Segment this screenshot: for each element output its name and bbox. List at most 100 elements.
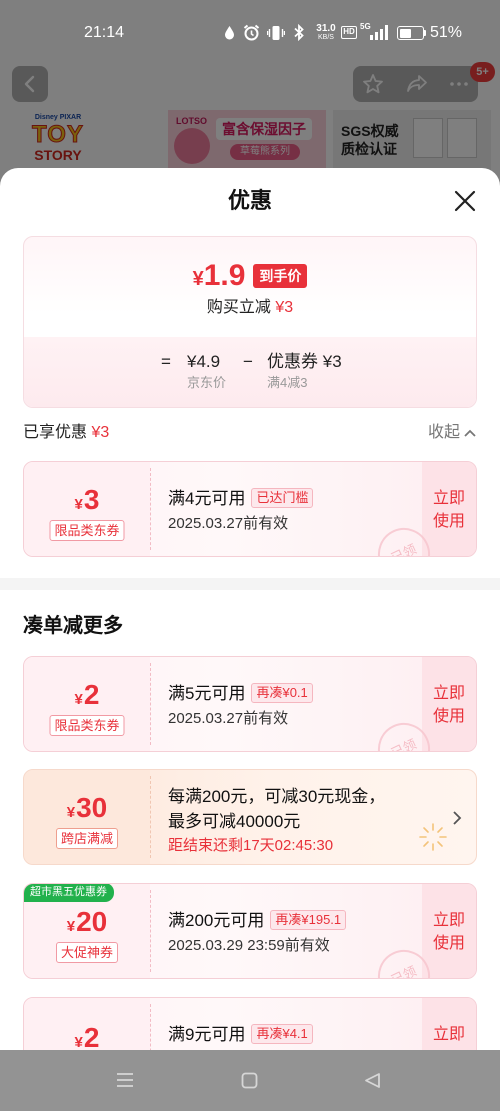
promo-countdown: 距结束还剩17天02:45:30 — [168, 837, 334, 854]
promo-rule-line2: 最多可减40000元 — [168, 812, 301, 831]
coupon-amount: ¥3 — [24, 483, 150, 522]
clock: 21:14 — [84, 24, 125, 41]
close-icon[interactable] — [453, 189, 477, 213]
collapse-label: 收起 — [428, 424, 461, 441]
coupon-amount: ¥30 — [24, 791, 150, 830]
action-line2: 使用 — [432, 935, 465, 952]
coupon-type-tag: 限品类东券 — [49, 520, 125, 541]
chevron-right-icon[interactable] — [452, 810, 462, 826]
use-coupon-button[interactable]: 立即 使用 — [422, 462, 476, 556]
currency-symbol: ¥ — [74, 691, 83, 708]
cross-store-promo-card[interactable]: ¥30 跨店满减 每满200元，可减30元现金， 最多可减40000元 距结束还… — [23, 769, 477, 865]
vibrate-icon — [267, 26, 285, 40]
coupon-condition: 满5元可用 再凑¥0.1 — [168, 683, 313, 705]
coupon-validity: 2025.03.27前有效 — [168, 515, 289, 532]
use-coupon-button[interactable]: 立即 使用 — [422, 657, 476, 751]
instant-reduction: 购买立减 ¥3 — [24, 297, 476, 319]
collapse-toggle[interactable]: 收起 — [428, 422, 476, 444]
discount-sheet: 优惠 ¥ 1.9 到手价 购买立减 ¥3 = ¥4.9 京东价 − 优惠券 ¥3… — [0, 168, 500, 1050]
alarm-icon — [243, 24, 260, 41]
enjoyed-label: 已享优惠 — [23, 424, 88, 441]
coupon-value-panel: ¥2 限品类东券 — [24, 657, 150, 751]
coupon-type-tag: 大促神券 — [55, 942, 119, 963]
coupon-condition-text: 满9元可用 — [168, 1025, 246, 1044]
coupon-condition: 满9元可用 再凑¥4.1 — [168, 1024, 313, 1046]
action-line1: 立即 — [432, 685, 465, 702]
section-divider — [0, 578, 500, 590]
minus-sign: − — [243, 352, 253, 371]
coupon-condition: 满4元可用 已达门槛 — [168, 488, 314, 510]
enjoyed-value: ¥3 — [91, 424, 110, 441]
coupon-value-panel: ¥2 — [24, 998, 150, 1050]
coupon-rule: 满4减3 — [267, 375, 308, 390]
hd-indicator: HD — [341, 26, 357, 39]
nav-back-icon[interactable] — [364, 1072, 381, 1089]
coupon-status-tag: 再凑¥195.1 — [270, 910, 347, 930]
final-price: 1.9 — [203, 259, 246, 292]
equals-sign: = — [161, 352, 171, 371]
action-line2: 使用 — [432, 513, 465, 530]
coupon-condition-text: 满4元可用 — [168, 489, 246, 508]
coupon-divider — [150, 776, 151, 858]
coupon-amount-value: 20 — [76, 906, 108, 937]
battery-fill — [399, 28, 411, 38]
coupon-amount-value: 30 — [76, 792, 108, 823]
coupon-card: ¥2 满9元可用 再凑¥4.1 立即 — [23, 997, 477, 1050]
home-icon[interactable] — [241, 1072, 258, 1089]
currency-symbol: ¥ — [74, 496, 83, 513]
reduction-value: ¥3 — [275, 299, 294, 316]
currency-symbol: ¥ — [192, 267, 204, 290]
price-summary-card: ¥ 1.9 到手价 购买立减 ¥3 = ¥4.9 京东价 − 优惠券 ¥3 满4… — [23, 236, 477, 408]
action-line1: 立即 — [432, 1026, 465, 1043]
coupon-divider — [150, 468, 151, 550]
system-nav-bar — [0, 1050, 500, 1111]
battery-icon — [397, 26, 424, 40]
coupon-type-tag: 限品类东券 — [49, 715, 125, 736]
coupon-condition: 满200元可用 再凑¥195.1 — [168, 910, 347, 932]
coupon-amount-value: 2 — [83, 679, 100, 710]
coupon-amount: ¥2 — [24, 678, 150, 717]
coupon-condition-text: 满5元可用 — [168, 684, 246, 703]
promo-rule-line1: 每满200元，可减30元现金， — [168, 787, 386, 806]
coupon-value-panel: ¥3 限品类东券 — [24, 462, 150, 556]
coupon-validity: 2025.03.27前有效 — [168, 710, 289, 727]
coupon-divider — [150, 1004, 151, 1050]
enjoyed-discount: 已享优惠 ¥3 — [23, 422, 109, 444]
coupon-divider — [150, 663, 151, 745]
jd-price: ¥4.9 — [187, 352, 221, 371]
reduction-label: 购买立减 — [206, 299, 271, 316]
battery-cap — [424, 30, 426, 36]
final-price-badge: 到手价 — [253, 264, 308, 288]
section-title: 凑单减更多 — [23, 615, 123, 637]
action-line1: 立即 — [432, 912, 465, 929]
status-bar: 21:14 31.0 KB/S HD 5G 51% — [0, 0, 500, 62]
sparkle-decoration — [419, 823, 447, 851]
coupon-amount-value: 3 — [83, 484, 100, 515]
coupon-value-panel: ¥30 跨店满减 — [24, 770, 150, 864]
coupon-status-tag: 再凑¥4.1 — [251, 1024, 313, 1044]
coupon-discount-label: 优惠券 — [267, 352, 318, 371]
action-line1: 立即 — [432, 490, 465, 507]
coupon-condition-text: 满200元可用 — [168, 911, 265, 930]
coupon-validity: 2025.03.29 23:59前有效 — [168, 937, 330, 954]
promo-badge: 超市黑五优惠券 — [24, 884, 114, 902]
speed-value: 31.0 — [316, 23, 336, 34]
drop-icon — [225, 26, 234, 40]
speed-unit: KB/S — [318, 34, 334, 41]
menu-icon[interactable] — [116, 1072, 134, 1088]
use-coupon-button[interactable]: 立即 — [422, 998, 476, 1050]
chevron-up-icon — [464, 429, 476, 437]
battery-percent: 51% — [430, 24, 463, 41]
coupon-status-tag: 已达门槛 — [251, 488, 314, 508]
applied-coupon-card: ¥3 限品类东券 满4元可用 已达门槛 2025.03.27前有效 立即 使用 已领 — [23, 461, 477, 557]
coupon-card: ¥20 大促神券 超市黑五优惠券 满200元可用 再凑¥195.1 2025.03… — [23, 883, 477, 979]
coupon-divider — [150, 890, 151, 972]
action-line2: 使用 — [432, 708, 465, 725]
use-coupon-button[interactable]: 立即 使用 — [422, 884, 476, 978]
coupon-discount: 优惠券 ¥3 — [267, 351, 342, 373]
sheet-title: 优惠 — [227, 188, 272, 213]
coupon-type-tag: 跨店满减 — [55, 828, 119, 849]
currency-symbol: ¥ — [74, 1034, 83, 1050]
coupon-amount-value: 2 — [83, 1022, 100, 1050]
currency-symbol: ¥ — [66, 804, 76, 821]
